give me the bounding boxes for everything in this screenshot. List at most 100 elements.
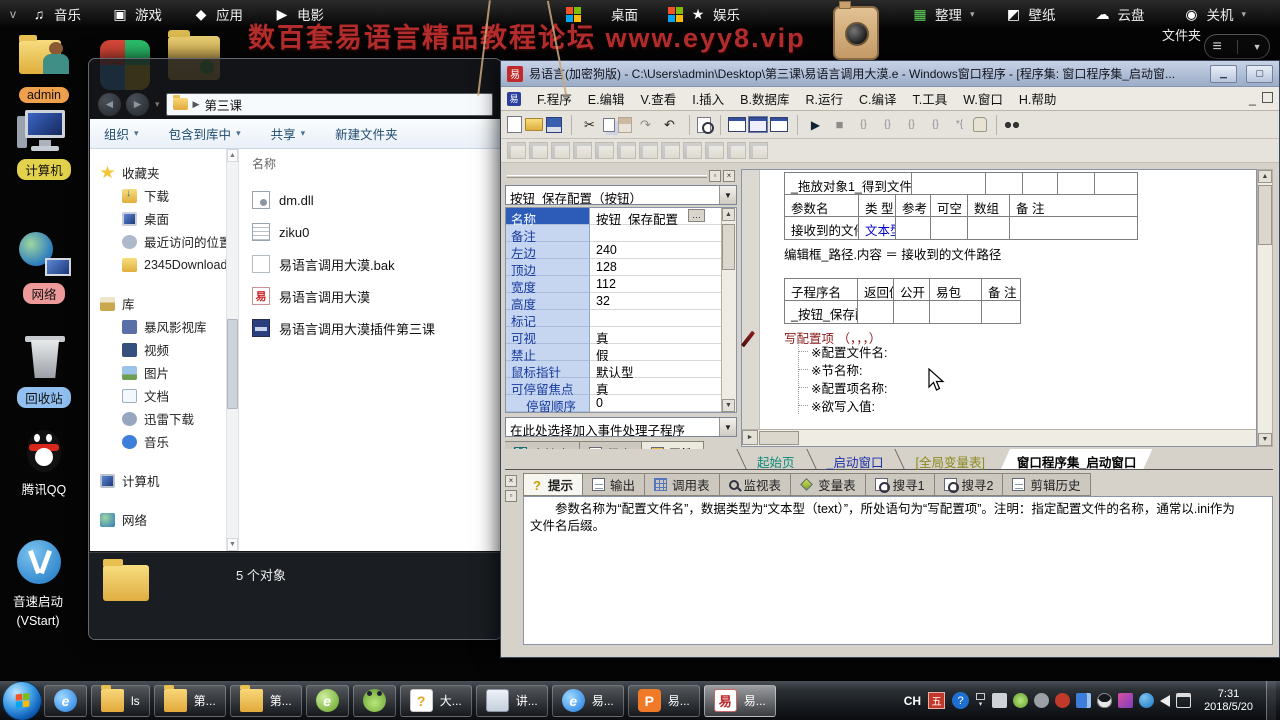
redo-icon[interactable]: ↷: [635, 115, 656, 135]
close-panel-button[interactable]: ×: [505, 475, 517, 487]
media-tray-icon[interactable]: [1118, 693, 1134, 708]
link-tray-icon[interactable]: [1034, 693, 1050, 708]
menu-item[interactable]: V.查看: [641, 89, 677, 108]
sidebar-item[interactable]: 视频: [122, 338, 226, 361]
find-in-files-icon[interactable]: [1004, 119, 1020, 130]
space-vertical-icon[interactable]: [683, 142, 702, 159]
sidebar-item[interactable]: 下载: [122, 184, 226, 207]
sidebar-item[interactable]: 收藏夹: [100, 161, 226, 184]
file-row[interactable]: 易语言调用大漠.bak: [252, 248, 500, 280]
stop-icon[interactable]: ■: [829, 115, 850, 135]
property-value[interactable]: 默认型: [590, 361, 721, 380]
desktop-icon-admin[interactable]: admin: [8, 34, 80, 104]
taskbar-button[interactable]: ls: [91, 684, 150, 717]
property-value[interactable]: 假: [590, 344, 721, 363]
maximize-button[interactable]: ▢: [1246, 64, 1273, 83]
file-row[interactable]: 易语言调用大漠插件第三课: [252, 312, 500, 344]
align-right-icon[interactable]: [551, 142, 570, 159]
show-desktop-button[interactable]: [1266, 680, 1276, 720]
history-chevron-icon[interactable]: ▾: [155, 99, 160, 110]
output-tab[interactable]: 搜寻2: [933, 473, 1003, 496]
document-tab[interactable]: 起始页: [741, 449, 811, 470]
toolbar-item[interactable]: ◆ 应用: [192, 4, 243, 24]
input-method-tray-icon[interactable]: [992, 693, 1008, 708]
chevron-down-icon[interactable]: ▼: [719, 418, 736, 436]
command-bar-item[interactable]: 包含到库中 ▾: [169, 124, 241, 143]
collapse-chevron-icon[interactable]: v: [10, 7, 16, 21]
parameter-hint[interactable]: ※配置文件名:: [799, 342, 887, 360]
desktop-icon-network[interactable]: 网络: [8, 230, 80, 304]
output-tab[interactable]: 搜寻1: [864, 473, 934, 496]
find-icon[interactable]: [697, 116, 714, 134]
forward-button[interactable]: ►: [125, 91, 150, 117]
center-vertical-icon[interactable]: [639, 142, 658, 159]
pinwheel-tray-icon[interactable]: [1055, 693, 1071, 708]
toolbar-item[interactable]: ◩ 壁纸: [1004, 4, 1063, 24]
toolbar-item[interactable]: ♫ 音乐: [30, 4, 81, 24]
scroll-down-icon[interactable]: ▼: [1258, 433, 1272, 446]
separator[interactable]: [791, 114, 798, 135]
property-row[interactable]: 标记: [506, 310, 721, 329]
menu-item[interactable]: B.数据库: [740, 89, 789, 108]
frog-tray-icon[interactable]: [1013, 693, 1029, 708]
document-tab[interactable]: [全局变量表]: [899, 449, 1000, 470]
window-layout-left-icon[interactable]: [728, 117, 746, 132]
subroutine-title-row[interactable]: _拖放对象1_得到文件: [785, 173, 1137, 195]
step-over-icon[interactable]: {}: [877, 115, 898, 135]
subroutine-row[interactable]: _按钮_保存配置_被单击: [785, 301, 1020, 323]
desktop-icon-computer[interactable]: 计算机: [8, 106, 80, 180]
explorer-titlebar[interactable]: [89, 59, 501, 89]
property-row[interactable]: 高度 32: [506, 293, 721, 312]
property-row[interactable]: 备注: [506, 225, 721, 244]
sidebar-item[interactable]: 文档: [122, 384, 226, 407]
sidebar-item[interactable]: 桌面: [122, 207, 226, 230]
show-hidden-icons-button[interactable]: ▾: [976, 693, 986, 708]
output-tab[interactable]: 变量表: [790, 473, 865, 496]
separator[interactable]: [990, 114, 997, 135]
property-row[interactable]: 可视 真: [506, 327, 721, 346]
address-bar[interactable]: ▶ 第三课: [165, 92, 493, 116]
property-value[interactable]: 真: [590, 327, 721, 346]
wubi-input-icon[interactable]: 五: [928, 692, 946, 709]
property-row[interactable]: 可停留焦点 真: [506, 378, 721, 397]
ide-titlebar[interactable]: 易 易语言(加密狗版) - C:\Users\admin\Desktop\第三课…: [501, 61, 1279, 87]
property-value[interactable]: 0: [590, 395, 721, 412]
scrollbar-thumb[interactable]: [722, 224, 735, 270]
network-tray-icon[interactable]: [1176, 693, 1192, 708]
sidebar-scrollbar[interactable]: ▲ ▼: [226, 149, 239, 551]
align-left-icon[interactable]: [529, 142, 548, 159]
parameter-hint[interactable]: ※配置项名称:: [799, 378, 887, 396]
space-horizontal-icon[interactable]: [661, 142, 680, 159]
command-bar-item[interactable]: 共享 ▾: [271, 124, 306, 143]
toolbar-item[interactable]: ▦ 整理 ▾: [911, 4, 974, 24]
menu-item[interactable]: I.插入: [692, 89, 724, 108]
new-icon[interactable]: [507, 116, 522, 133]
align-top-icon[interactable]: [573, 142, 592, 159]
dock-button[interactable]: ▫: [709, 170, 721, 182]
qq-tray-icon[interactable]: [1097, 693, 1113, 708]
taskbar-button[interactable]: 易 易...: [703, 684, 776, 717]
align-bottom-icon[interactable]: [595, 142, 614, 159]
scroll-up-icon[interactable]: ▲: [227, 149, 238, 162]
clock[interactable]: 7:31 2018/5/20: [1198, 688, 1259, 714]
property-value[interactable]: [590, 225, 721, 242]
breadcrumb[interactable]: 第三课: [204, 95, 242, 114]
debug-breakpoint-icon[interactable]: {}: [853, 115, 874, 135]
hint-text-area[interactable]: 参数名称为“配置文件名”，数据类型为“文本型（text）”，所处语句为“写配置项…: [523, 496, 1273, 645]
open-icon[interactable]: [525, 118, 543, 131]
help-icon[interactable]: ?: [952, 692, 970, 709]
property-grid-scrollbar[interactable]: ▲ ▼: [721, 208, 736, 412]
property-row[interactable]: 鼠标指针 默认型: [506, 361, 721, 380]
sidebar-item[interactable]: 网络: [100, 508, 226, 531]
scroll-up-icon[interactable]: ▲: [1258, 170, 1272, 183]
copy-icon[interactable]: [603, 117, 615, 132]
window-layout-bottom-icon[interactable]: [748, 116, 768, 133]
chevron-down-icon[interactable]: ▼: [719, 186, 736, 204]
taskbar-button[interactable]: e 易...: [551, 684, 624, 717]
dock-button[interactable]: ▫: [505, 490, 517, 502]
volume-tray-icon[interactable]: [1160, 694, 1171, 707]
scrollbar-thumb[interactable]: [1258, 185, 1272, 245]
parameter-hint[interactable]: ※欲写入值:: [799, 396, 887, 414]
property-row[interactable]: 宽度 112: [506, 276, 721, 295]
sidebar-item[interactable]: 计算机: [100, 469, 226, 492]
